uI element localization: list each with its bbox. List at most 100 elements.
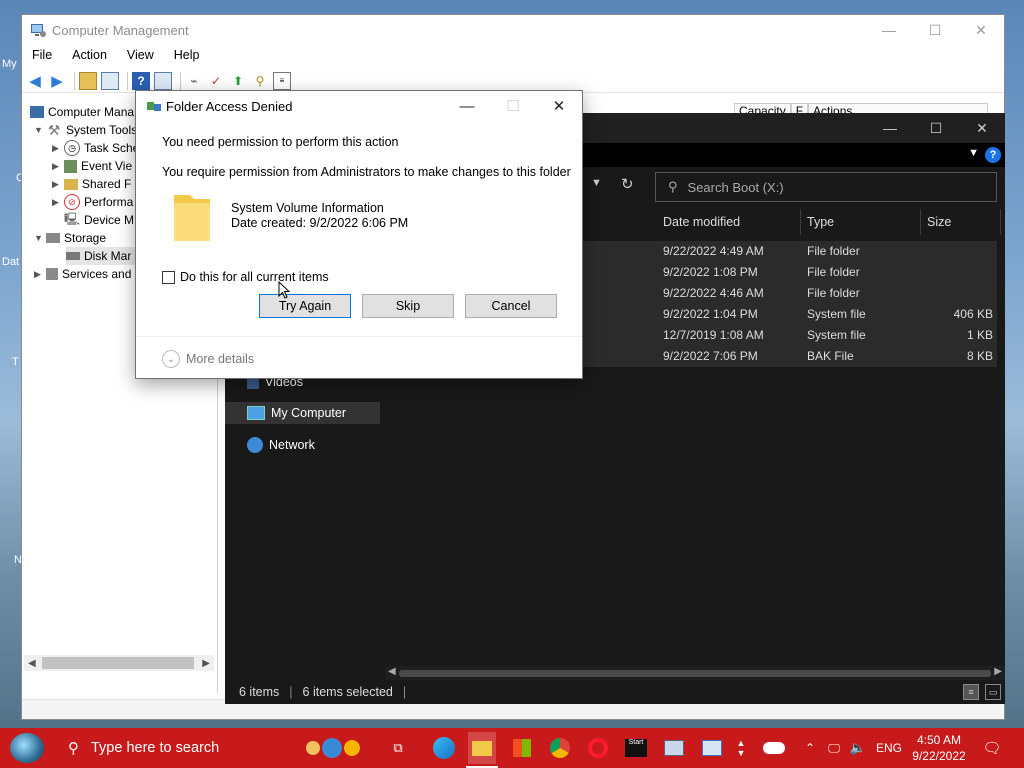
search-folder-icon[interactable]: ⚲ <box>251 72 269 90</box>
tree-item-device-manager[interactable]: 🖳 Device M <box>64 211 134 229</box>
show-hidden-icons-icon[interactable]: ⌃ <box>798 736 822 760</box>
start-app-icon[interactable]: Start <box>624 736 648 760</box>
cancel-button[interactable]: Cancel <box>465 294 557 318</box>
title-bar[interactable]: Computer Management — ☐ ✕ <box>22 15 1004 45</box>
dialog-close-button[interactable]: ✕ <box>536 91 582 121</box>
window-title: Computer Management <box>52 22 189 38</box>
tree-item-services-and-applications[interactable]: ▶ Services and <box>34 265 131 283</box>
file-date: 9/22/2022 4:46 AM <box>663 286 764 300</box>
chrome-icon[interactable] <box>548 736 572 760</box>
apply-all-option[interactable]: Do this for all current items <box>162 270 329 284</box>
tree-item-shared-folders[interactable]: ▶ Shared F <box>52 175 131 193</box>
arrow-up-icon[interactable]: ⬆ <box>229 72 247 90</box>
skip-button[interactable]: Skip <box>362 294 454 318</box>
large-icons-view-icon[interactable]: ▭ <box>985 684 1001 700</box>
scroll-thumb[interactable] <box>42 657 194 669</box>
language-indicator[interactable]: ENG <box>876 728 902 768</box>
minimize-button[interactable]: — <box>866 15 912 45</box>
computer-management-taskbar-icon[interactable] <box>662 736 686 760</box>
tree-item-task-scheduler[interactable]: ▶ ◷ Task Sche <box>52 139 139 157</box>
microsoft-store-icon[interactable] <box>510 736 534 760</box>
weather-cloud-icon[interactable] <box>762 736 786 760</box>
expand-icon[interactable]: ▶ <box>52 197 64 208</box>
taskbar-search-placeholder: Type here to search <box>91 740 220 756</box>
dialog-title: Folder Access Denied <box>166 98 293 114</box>
properties-icon[interactable]: ≡ <box>273 71 291 90</box>
menu-help[interactable]: Help <box>164 45 210 67</box>
menu-file[interactable]: File <box>22 45 62 67</box>
dialog-title-bar[interactable]: Folder Access Denied — ☐ ✕ <box>136 91 582 121</box>
disk-icon <box>66 252 80 260</box>
nav-item-my-computer[interactable]: My Computer <box>225 402 380 424</box>
edge-icon[interactable] <box>432 736 456 760</box>
menu-action[interactable]: Action <box>62 45 117 67</box>
expand-ribbon-icon[interactable]: ▼ <box>968 147 979 159</box>
tree-item-system-tools[interactable]: ▼ ⚒ System Tools <box>34 121 137 139</box>
collapse-icon[interactable]: ▼ <box>34 125 46 135</box>
control-panel-icon[interactable] <box>700 736 724 760</box>
expand-icon[interactable]: ▶ <box>34 269 46 280</box>
column-type[interactable]: Type <box>801 209 921 235</box>
scroll-right-icon[interactable]: ▶ <box>202 658 210 669</box>
expand-icon[interactable]: ▶ <box>52 179 64 190</box>
expand-icon[interactable]: ▶ <box>52 161 64 172</box>
explorer-maximize-button[interactable]: ☐ <box>913 113 959 143</box>
maximize-button[interactable]: ☐ <box>912 15 958 45</box>
nav-item-network[interactable]: Network <box>225 434 380 456</box>
forward-arrow-icon[interactable]: ▶ <box>48 72 66 90</box>
clock-icon: ◷ <box>64 140 80 156</box>
close-button[interactable]: ✕ <box>958 15 1004 45</box>
tree-item-event-viewer[interactable]: ▶ Event Vie <box>52 157 132 175</box>
menu-view[interactable]: View <box>117 45 164 67</box>
apply-all-checkbox[interactable] <box>162 270 175 284</box>
check-icon[interactable]: ✓ <box>207 72 225 90</box>
show-hide-tree-icon[interactable] <box>101 71 119 90</box>
column-size[interactable]: Size <box>921 209 1001 235</box>
expand-icon[interactable]: ▶ <box>52 143 64 154</box>
file-list-horizontal-scrollbar[interactable]: ◀ ▶ <box>385 666 1005 680</box>
explorer-close-button[interactable]: ✕ <box>959 113 1005 143</box>
file-type: File folder <box>807 286 860 300</box>
action-pane-icon[interactable] <box>154 71 172 90</box>
explorer-minimize-button[interactable]: — <box>867 113 913 143</box>
tree-item-storage[interactable]: ▼ Storage <box>34 229 106 247</box>
event-viewer-icon <box>64 159 77 173</box>
file-explorer-icon[interactable] <box>468 732 496 764</box>
details-view-icon[interactable]: ≡ <box>963 684 979 700</box>
scroll-right-icon[interactable]: ▶ <box>994 666 1002 677</box>
volume-icon[interactable]: 🔈 <box>846 736 870 760</box>
refresh-icon[interactable]: ↻ <box>621 175 634 193</box>
connect-icon[interactable]: ⌁ <box>185 72 203 90</box>
help-icon[interactable]: ? <box>132 71 150 90</box>
file-type: File folder <box>807 265 860 279</box>
taskbar-search[interactable]: ⚲ Type here to search <box>56 728 292 768</box>
taskbar-scroll-icon[interactable]: ▲ ▼ <box>732 728 750 768</box>
network-tray-icon[interactable]: 🖵 <box>822 736 846 760</box>
scroll-thumb[interactable] <box>399 670 991 677</box>
start-button[interactable] <box>10 733 44 763</box>
try-again-button[interactable]: Try Again <box>259 294 351 318</box>
address-dropdown-icon[interactable]: ▼ <box>591 177 602 189</box>
clock[interactable]: 4:50 AM 9/22/2022 <box>906 732 972 764</box>
dialog-minimize-button[interactable]: — <box>444 91 490 121</box>
notification-icon[interactable]: 🗨 <box>980 736 1004 760</box>
scroll-left-icon[interactable]: ◀ <box>28 658 36 669</box>
dialog-maximize-button: ☐ <box>506 98 520 115</box>
tree-item-computer-management[interactable]: Computer Mana <box>30 103 134 121</box>
explorer-search-box[interactable]: ⚲ Search Boot (X:) <box>655 172 997 202</box>
more-details-toggle[interactable]: ⌄ More details <box>162 350 254 368</box>
up-folder-icon[interactable] <box>79 71 97 90</box>
services-icon <box>46 268 58 280</box>
tree-item-performance[interactable]: ▶ ⊘ Performa <box>52 193 133 211</box>
selected-count: 6 items selected <box>302 685 393 699</box>
search-highlight-icon[interactable] <box>296 736 370 760</box>
opera-icon[interactable] <box>586 736 610 760</box>
back-arrow-icon[interactable]: ◀ <box>26 72 44 90</box>
task-view-icon[interactable]: ⧉ <box>386 736 410 760</box>
file-date-created: Date created: 9/2/2022 6:06 PM <box>231 216 409 230</box>
column-date-modified[interactable]: Date modified <box>657 209 801 235</box>
tree-horizontal-scrollbar[interactable]: ◀ ▶ <box>24 655 214 671</box>
help-icon[interactable]: ? <box>985 147 1001 163</box>
scroll-left-icon[interactable]: ◀ <box>388 666 396 677</box>
collapse-icon[interactable]: ▼ <box>34 233 46 243</box>
